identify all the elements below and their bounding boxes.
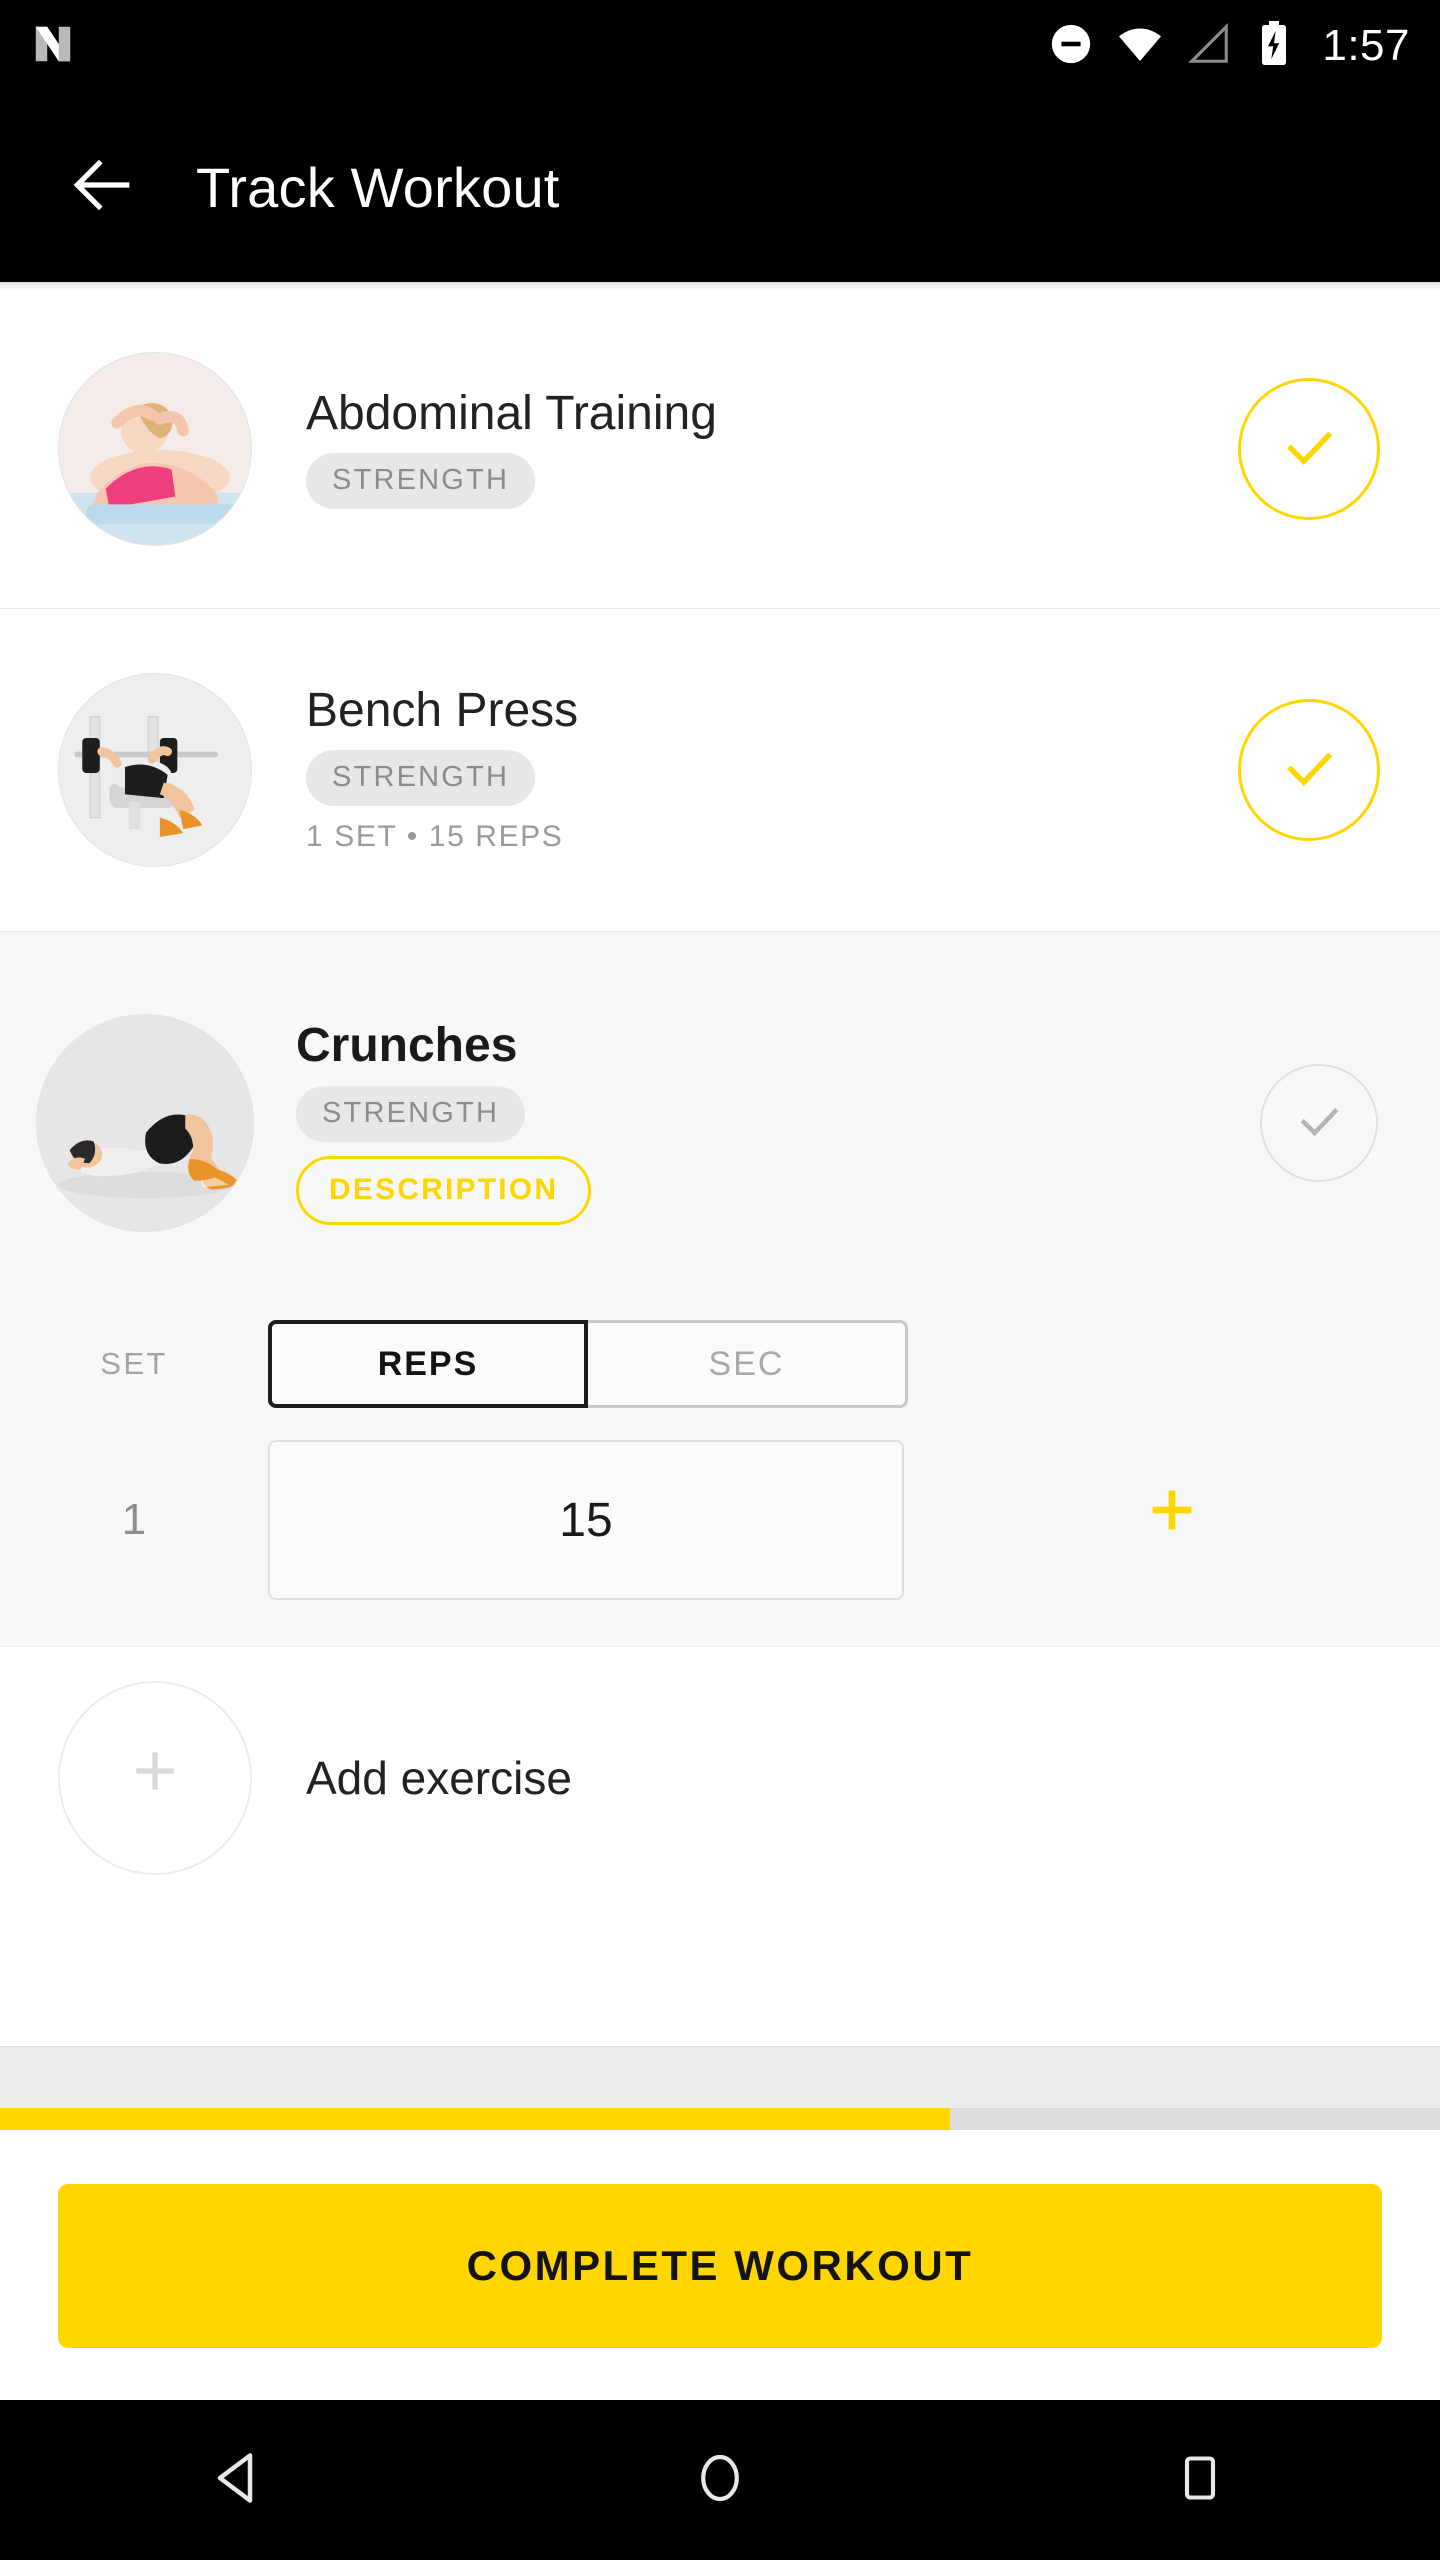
add-exercise-label: Add exercise: [306, 1752, 572, 1804]
exercise-info: Abdominal Training STRENGTH: [306, 386, 717, 510]
exercise-info: Bench Press STRENGTH 1 SET • 15 REPS: [306, 683, 579, 854]
nav-back-button[interactable]: [160, 2400, 320, 2560]
nav-back-icon: [210, 2448, 270, 2513]
status-bar-clock: 1:57: [1322, 21, 1410, 70]
plus-icon: [123, 1739, 187, 1818]
exercise-category-badge: STRENGTH: [296, 1085, 526, 1142]
exercise-complete-toggle[interactable]: [1238, 378, 1380, 520]
nav-recents-icon: [1174, 2452, 1226, 2509]
do-not-disturb-icon: [1048, 21, 1094, 72]
app-bar: Track Workout: [0, 92, 1440, 282]
exercise-category-badge: STRENGTH: [306, 453, 536, 510]
exercise-complete-toggle[interactable]: [1238, 699, 1380, 841]
exercise-meta: 1 SET • 15 REPS: [306, 820, 564, 854]
nav-home-icon: [692, 2450, 748, 2511]
bottom-section: COMPLETE WORKOUT: [0, 2046, 1440, 2400]
wifi-icon: [1116, 20, 1164, 73]
exercise-name: Crunches: [296, 1019, 518, 1073]
unit-toggle-reps[interactable]: REPS: [268, 1320, 588, 1408]
arrow-back-icon: [65, 148, 139, 227]
back-button[interactable]: [42, 127, 162, 247]
content-top-shadow: [0, 282, 1440, 290]
cellular-signal-icon: [1186, 21, 1232, 72]
check-icon: [1278, 737, 1340, 804]
exercise-card-crunches[interactable]: Crunches STRENGTH DESCRIPTION SET REPS S…: [0, 931, 1440, 1647]
exercise-name: Abdominal Training: [306, 386, 717, 440]
workout-progress-bar: [0, 2108, 1440, 2130]
exercise-row-bench-press[interactable]: Bench Press STRENGTH 1 SET • 15 REPS: [0, 609, 1440, 931]
exercise-category-badge: STRENGTH: [306, 750, 536, 807]
exercise-name: Bench Press: [306, 683, 579, 737]
exercise-thumbnail: [36, 1014, 254, 1232]
exercise-info: Crunches STRENGTH DESCRIPTION: [296, 1019, 592, 1225]
unit-toggle-sec[interactable]: SEC: [588, 1320, 908, 1408]
unit-toggle[interactable]: REPS SEC: [268, 1320, 908, 1408]
description-button[interactable]: DESCRIPTION: [296, 1155, 592, 1225]
set-row[interactable]: 1 15: [0, 1420, 1440, 1620]
workout-progress-fill: [0, 2108, 951, 2130]
check-icon: [1278, 416, 1340, 483]
exercise-thumbnail: [58, 673, 252, 867]
phone-screen: 1:57 Track Workout Abdominal Training ST…: [0, 0, 1440, 2560]
status-bar-left: [30, 21, 76, 72]
status-bar: 1:57: [0, 0, 1440, 92]
check-icon: [1293, 1095, 1345, 1152]
android-navigation-bar: [0, 2400, 1440, 2560]
page-title: Track Workout: [196, 155, 560, 219]
plus-icon: [1141, 1479, 1203, 1553]
exercise-card-header[interactable]: Crunches STRENGTH DESCRIPTION: [0, 932, 1440, 1314]
bottom-spacer: [0, 2046, 1440, 2108]
nav-recents-button[interactable]: [1120, 2400, 1280, 2560]
battery-charging-icon: [1254, 20, 1294, 73]
set-table-header: SET REPS SEC: [0, 1308, 1440, 1420]
exercise-row-abdominal-training[interactable]: Abdominal Training STRENGTH: [0, 290, 1440, 608]
app-logo-icon: [30, 21, 76, 72]
add-exercise-button[interactable]: [58, 1681, 252, 1875]
exercise-thumbnail: [58, 352, 252, 546]
set-column-label: SET: [100, 1346, 168, 1381]
set-number: 1: [121, 1495, 147, 1544]
reps-input[interactable]: 15: [268, 1440, 904, 1600]
cta-container: COMPLETE WORKOUT: [0, 2130, 1440, 2400]
exercise-list[interactable]: Abdominal Training STRENGTH Bench Press …: [0, 282, 1440, 2082]
status-bar-right: 1:57: [1048, 20, 1410, 73]
complete-workout-button[interactable]: COMPLETE WORKOUT: [58, 2184, 1382, 2348]
add-set-button[interactable]: [904, 1479, 1440, 1561]
exercise-complete-toggle[interactable]: [1260, 1064, 1378, 1182]
add-exercise-row[interactable]: Add exercise: [0, 1647, 1440, 1909]
nav-home-button[interactable]: [640, 2400, 800, 2560]
